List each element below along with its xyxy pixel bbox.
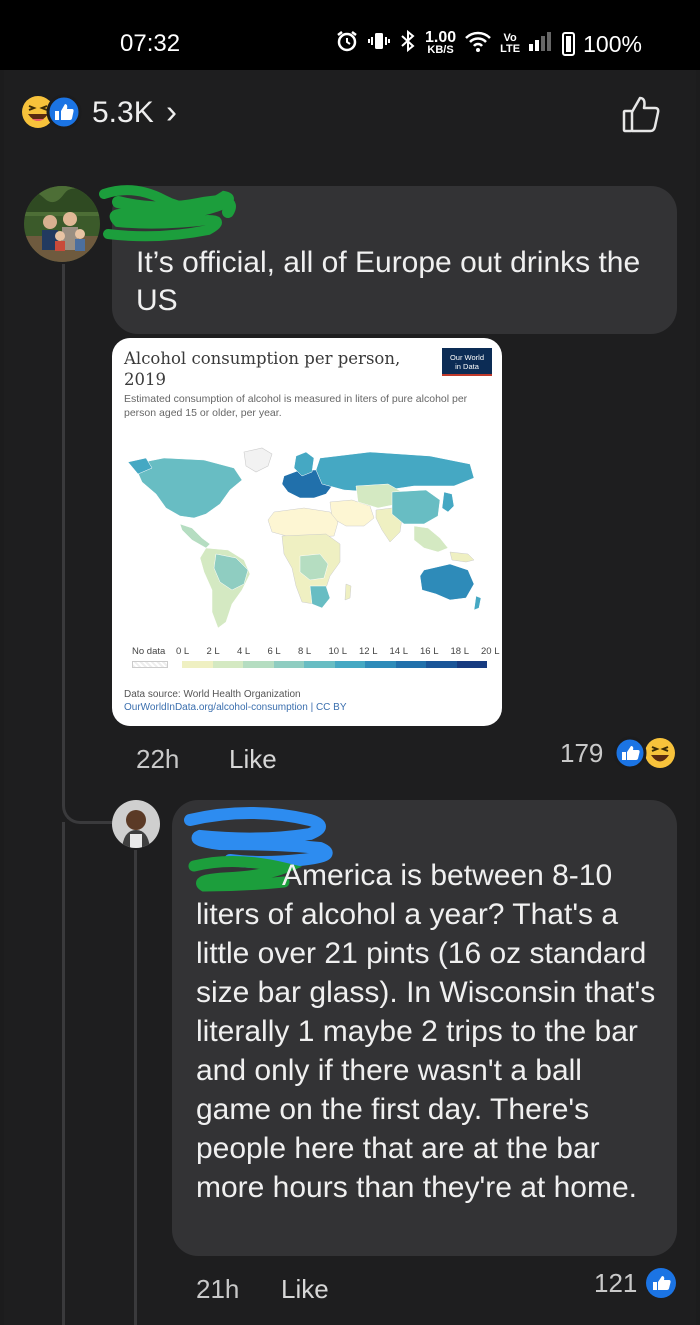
net-speed: 1.00 KB/S [425,29,457,56]
legend-tick-label: 14 L [389,646,409,657]
chart-image-attachment[interactable]: Alcohol consumption per person, 2019 Our… [112,338,502,726]
map-region-southern-africa [309,585,331,609]
map-region-southeast-asia [413,525,449,553]
wifi-icon [464,29,492,59]
like-reaction-icon[interactable] [644,1266,678,1300]
thumbs-up-icon [622,96,660,133]
map-region-papua [449,551,475,563]
legend-tick-label: 16 L [420,646,439,657]
legend-color-swatch [182,661,213,668]
chart-legend: No data 0 L 2 L 4 L 6 L 8 L 10 L 12 L 14 L 16 L 1… [124,646,500,676]
comment-time: 22h [136,744,180,774]
vibrate-icon [367,29,391,59]
post-reactions[interactable] [20,94,84,130]
legend-color-swatch [365,661,396,668]
chart-subtitle: Estimated consumption of alcohol is meas… [124,393,468,419]
thread-line [62,822,65,1325]
redacted-author-name [99,185,236,242]
legend-color-swatch [395,661,426,668]
map-region-central-america [179,523,211,549]
thread-line [62,264,65,784]
legend-no-data-swatch [132,661,168,668]
legend-color-swatch [273,661,304,668]
comment-time: 21h [196,1274,240,1304]
legend-tick-label: 4 L [237,646,251,657]
like-reaction-icon [46,94,82,130]
legend-tick-label: 10 L [328,646,348,657]
comment-text: It’s official, all of Europe out drinks … [136,246,641,317]
map-region-china [391,489,441,525]
bluetooth-icon [399,29,417,59]
legend-tick-label: 2 L [206,646,220,657]
battery-icon [562,32,576,56]
alarm-icon [335,29,359,59]
comment-text-first-line: America is between 8-10 [282,859,613,892]
signal-icon [528,30,554,58]
map-region-japan-korea [441,491,455,513]
legend-tick-label: 20 L [481,646,500,657]
legend-color-swatch [212,661,243,668]
thread-line [134,850,137,1325]
comment-like-button[interactable]: Like [229,744,277,775]
legend-color-swatch [426,661,457,668]
map-region-russia [315,451,475,493]
avatar[interactable] [112,800,160,848]
legend-tick-label: 12 L [359,646,378,657]
our-world-in-data-logo: Our World in Data [442,348,492,376]
status-icons: 1.00 KB/S Vo LTE 100% [335,28,642,60]
haha-reaction-icon [645,738,675,768]
like-button[interactable] [620,92,664,136]
world-map [127,447,482,629]
status-time: 07:32 [120,30,181,57]
status-bar: 07:32 1.00 KB/S Vo LTE 100% [0,0,700,70]
legend-color-swatch [334,661,365,668]
legend-tick-label: 0 L [176,646,190,657]
map-region-new-zealand [473,595,482,611]
chart-source-link[interactable]: OurWorldInData.org/alcohol-consumption |… [124,701,347,714]
battery-percent: 100% [583,30,642,57]
legend-tick-label: 18 L [450,646,470,657]
chart-source-line: Data source: World Health Organization [124,689,301,700]
comment-like-button[interactable]: Like [281,1274,329,1305]
map-region-greenland [243,447,273,473]
comment-text: America is between 8-10 liters of alcoho… [196,856,656,1207]
comment-reactions[interactable] [612,736,678,770]
chart-source: Data source: World Health Organization O… [124,688,347,714]
chart-title: Alcohol consumption per person, 2019 [124,349,401,389]
legend-no-data-label: No data [132,646,166,657]
legend-color-swatch [456,661,487,668]
volte-indicator: Vo LTE [500,32,521,55]
reaction-count[interactable]: 5.3K [92,96,154,130]
comment-reaction-count[interactable]: 121 [594,1268,637,1299]
avatar[interactable] [24,186,100,262]
legend-color-swatch [243,661,274,668]
map-region-australia [419,563,475,601]
legend-tick-label: 8 L [298,646,312,657]
like-reaction-icon [613,736,647,770]
map-region-north-africa [267,507,339,539]
comment-reaction-count[interactable]: 179 [560,738,603,769]
legend-tick-label: 6 L [267,646,281,657]
chevron-right-icon[interactable]: › [166,93,177,131]
comment-text-rest: liters of alcohol a year? That's a littl… [196,898,656,1204]
map-region-madagascar [344,583,352,601]
legend-color-swatch [304,661,335,668]
